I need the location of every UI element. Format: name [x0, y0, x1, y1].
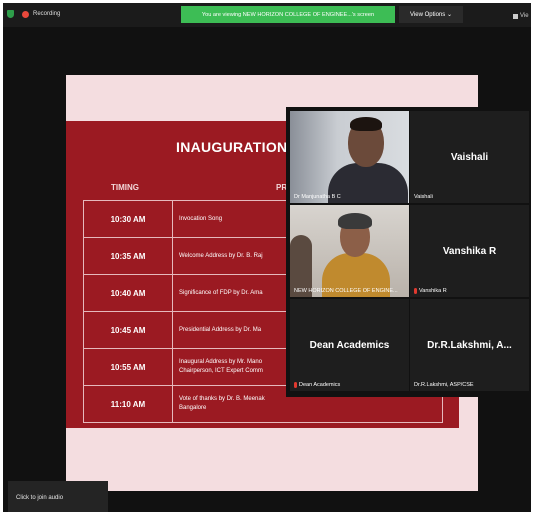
participant-name-tag: Dr Manjunatha B C	[294, 194, 341, 200]
schedule-time: 10:55 AM	[83, 348, 173, 386]
record-icon	[22, 10, 29, 18]
schedule-time: 10:40 AM	[83, 274, 173, 312]
view-label: Vie	[520, 13, 529, 19]
schedule-time: 11:10 AM	[83, 385, 173, 423]
view-options-button[interactable]: View Options ⌄	[399, 6, 463, 23]
schedule-time: 10:30 AM	[83, 200, 173, 238]
shield-icon	[7, 10, 14, 18]
person-hair	[350, 117, 382, 131]
participant-tile[interactable]: Vanshika R Vanshika R	[410, 205, 529, 297]
timing-header: TIMING	[111, 183, 139, 192]
participant-name-tag: Dean Academics	[294, 382, 340, 388]
grid-icon	[513, 13, 518, 19]
participant-name: NEW HORIZON COLLEGE OF ENGINE...	[294, 288, 398, 294]
participant-panel: Dr Manjunatha B C Vaishali Vaishali NEW HOR…	[286, 107, 531, 397]
participant-video	[290, 111, 409, 203]
recording-label: Recording	[33, 11, 61, 17]
schedule-time: 10:35 AM	[83, 237, 173, 275]
participant-name: Dean Academics	[299, 382, 341, 388]
description-line: Bangalore	[179, 405, 207, 411]
recording-indicator[interactable]: Recording	[7, 10, 60, 18]
participant-name: Dr Manjunatha B C	[294, 194, 341, 200]
schedule-time: 10:45 AM	[83, 311, 173, 349]
muted-mic-icon	[294, 382, 297, 388]
participant-display-name: Dr.R.Lakshmi, A...	[427, 339, 512, 351]
participant-name: Vaishali	[414, 194, 433, 200]
participant-name-tag: Vaishali	[414, 194, 433, 200]
screen-share-banner: You are viewing NEW HORIZON COLLEGE OF E…	[181, 6, 395, 23]
join-audio-button[interactable]: Click to join audio	[8, 481, 108, 512]
participant-name-tag: Dr.R.Lakshmi, ASP/CSE	[414, 382, 474, 388]
view-button[interactable]: Vie	[513, 13, 529, 19]
participant-tile[interactable]: Dr Manjunatha B C	[290, 111, 409, 203]
meeting-window: Recording You are viewing NEW HORIZON CO…	[3, 3, 531, 512]
participant-tile[interactable]: Dr.R.Lakshmi, A... Dr.R.Lakshmi, ASP/CSE	[410, 299, 529, 391]
participant-display-name: Dean Academics	[309, 339, 390, 351]
participant-display-name: Vaishali	[450, 151, 489, 163]
participant-tile[interactable]: Vaishali Vaishali	[410, 111, 529, 203]
muted-mic-icon	[414, 288, 417, 294]
top-bar: Recording You are viewing NEW HORIZON CO…	[3, 3, 531, 27]
participant-name: Dr.R.Lakshmi, ASP/CSE	[414, 382, 474, 388]
participant-video	[290, 205, 409, 297]
participant-tile[interactable]: Dean Academics Dean Academics	[290, 299, 409, 391]
participant-name: Vanshika R	[419, 288, 447, 294]
participant-name-tag: Vanshika R	[414, 288, 447, 294]
participant-name-tag: NEW HORIZON COLLEGE OF ENGINE...	[294, 288, 398, 294]
person-hair	[338, 213, 372, 229]
participant-tile[interactable]: NEW HORIZON COLLEGE OF ENGINE...	[290, 205, 409, 297]
slide-title: INAUGURATION	[176, 139, 288, 155]
participant-display-name: Vanshika R	[442, 245, 497, 257]
